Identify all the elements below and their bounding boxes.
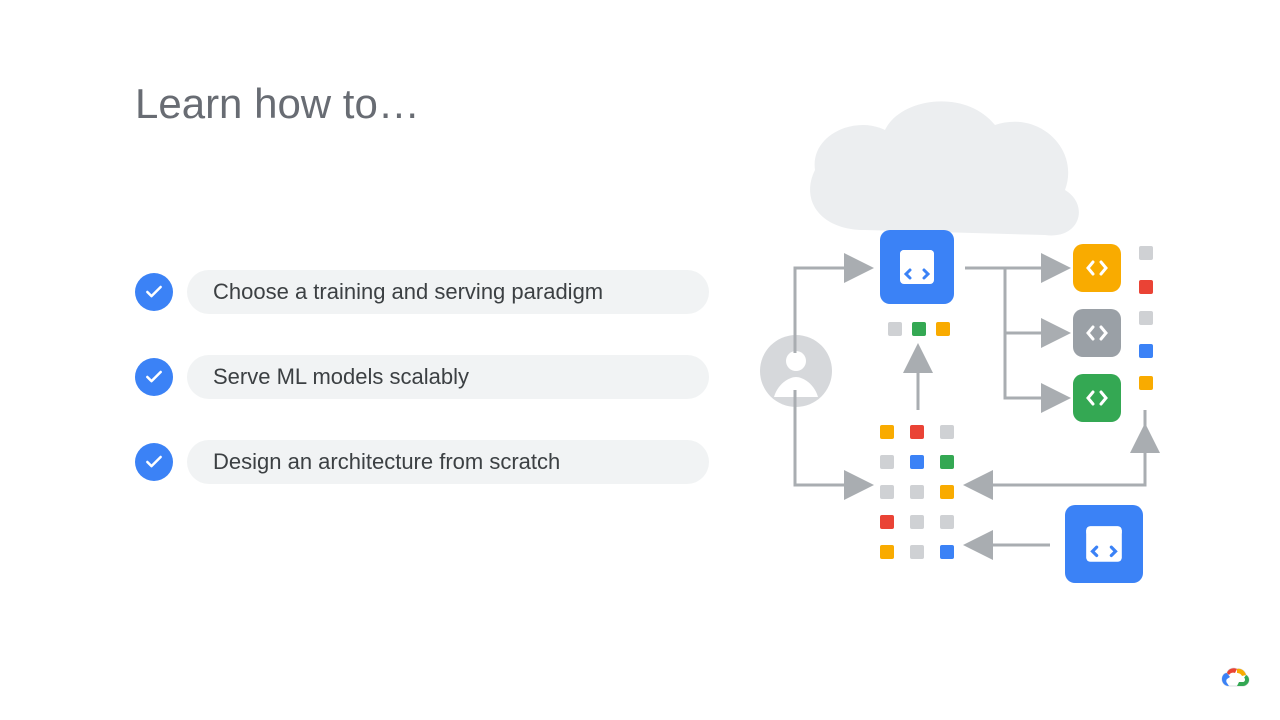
architecture-diagram [740,90,1200,610]
check-icon [135,443,173,481]
slide-title: Learn how to… [135,80,420,128]
diagram-arrows [740,90,1200,610]
bullet-text-2: Serve ML models scalably [187,355,709,399]
bullet-row-3: Design an architecture from scratch [135,440,709,484]
bullet-text-3: Design an architecture from scratch [187,440,709,484]
check-icon [135,273,173,311]
bullet-text-1: Choose a training and serving paradigm [187,270,709,314]
check-icon [135,358,173,396]
bullet-row-2: Serve ML models scalably [135,355,709,399]
google-cloud-logo-icon [1220,666,1250,690]
bullet-row-1: Choose a training and serving paradigm [135,270,709,314]
